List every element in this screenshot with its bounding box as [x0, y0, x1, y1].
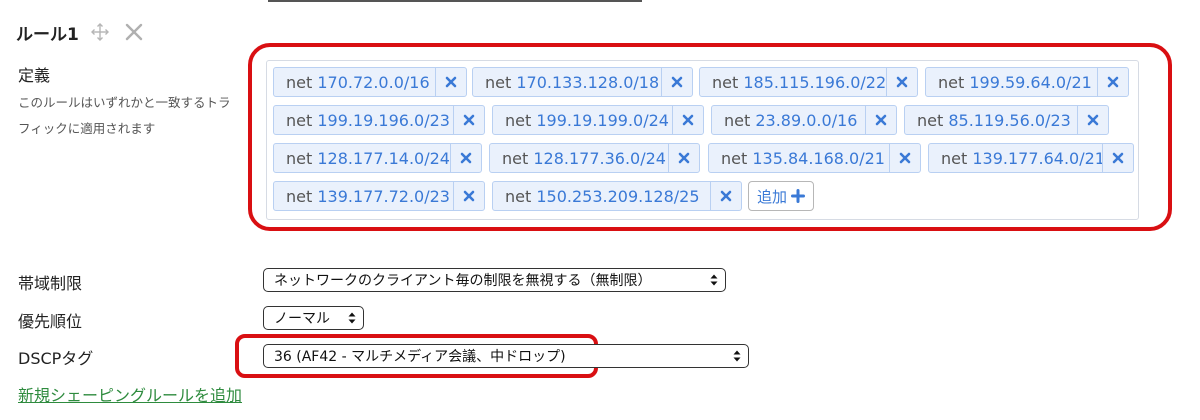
tag-remove-x-icon[interactable]	[450, 144, 481, 172]
tag-prefix: net	[724, 110, 751, 130]
up-down-arrows-icon	[703, 274, 725, 286]
tag-ip: 170.133.128.0/18	[516, 72, 660, 92]
plus-icon	[791, 189, 806, 203]
tag-remove-x-icon[interactable]	[435, 68, 466, 96]
add-button-label: 追加	[757, 187, 788, 206]
tag-ip: 23.89.0.0/16	[755, 110, 858, 130]
rule-header: ルール1	[16, 18, 145, 46]
dscp-select-value: 36 (AF42 - マルチメディア会議、中ドロップ)	[274, 349, 566, 365]
bandwidth-select[interactable]: ネットワークのクライアント毎の制限を無視する（無制限）	[263, 268, 726, 292]
shaping-rule-panel: ルール1 定義 このルールはいずれかと一致するトラフィックに適用されます net…	[0, 0, 1200, 420]
tag-prefix: net	[485, 72, 512, 92]
tag-remove-x-icon[interactable]	[865, 106, 896, 134]
close-x-icon[interactable]	[123, 21, 145, 43]
tag-ip: 139.177.64.0/21	[972, 148, 1102, 168]
tag-ip: 139.177.72.0/23	[317, 186, 450, 206]
tag-remove-x-icon[interactable]	[668, 144, 699, 172]
tag-item: net 139.177.72.0/23	[273, 181, 485, 211]
tag-remove-x-icon[interactable]	[710, 182, 741, 210]
top-divider	[268, 0, 642, 2]
priority-select-value: ノーマル	[274, 311, 330, 327]
tag-item: net 199.19.196.0/23	[273, 105, 485, 135]
definition-description: このルールはいずれかと一致するトラフィックに適用されます	[18, 95, 231, 136]
tag-ip: 128.177.36.0/24	[533, 148, 666, 168]
tag-remove-x-icon[interactable]	[1097, 68, 1128, 96]
tag-item: net 128.177.14.0/24	[273, 143, 482, 173]
dscp-select[interactable]: 36 (AF42 - マルチメディア会議、中ドロップ)	[263, 344, 749, 368]
tag-prefix: net	[917, 110, 944, 130]
priority-select[interactable]: ノーマル	[263, 306, 364, 330]
tag-prefix: net	[938, 72, 965, 92]
bandwidth-label: 帯域制限	[18, 274, 83, 293]
tag-ip: 150.253.209.128/25	[536, 186, 700, 206]
tag-prefix: net	[286, 148, 313, 168]
tag-ip: 135.84.168.0/21	[752, 148, 885, 168]
tag-remove-x-icon[interactable]	[889, 144, 920, 172]
tag-ip: 170.72.0.0/16	[317, 72, 430, 92]
tag-item: net 150.253.209.128/25	[492, 181, 742, 211]
tag-prefix: net	[505, 110, 532, 130]
tag-input-container[interactable]: net 170.72.0.0/16 net 170.133.128.0/18 n…	[266, 60, 1139, 220]
definition-label: 定義	[18, 66, 51, 85]
tag-ip: 199.19.199.0/24	[536, 110, 669, 130]
tag-prefix: net	[721, 148, 748, 168]
tag-prefix: net	[286, 186, 313, 206]
tag-item: net 199.59.64.0/21	[925, 67, 1129, 97]
tag-prefix: net	[286, 110, 313, 130]
tag-ip: 199.19.196.0/23	[317, 110, 450, 130]
move-arrows-icon[interactable]	[89, 21, 111, 43]
tag-ip: 85.119.56.0/23	[948, 110, 1071, 130]
priority-label: 優先順位	[18, 312, 83, 331]
add-shaping-rule-link[interactable]: 新規シェーピングルールを追加	[18, 382, 242, 406]
up-down-arrows-icon	[341, 312, 363, 324]
tag-item: net 85.119.56.0/23	[904, 105, 1109, 135]
tag-ip: 185.115.196.0/22	[743, 72, 886, 92]
tag-remove-x-icon[interactable]	[672, 106, 703, 134]
tag-prefix: net	[505, 186, 532, 206]
tag-ip: 199.59.64.0/21	[969, 72, 1092, 92]
tag-item: net 128.177.36.0/24	[489, 143, 700, 173]
tag-remove-x-icon[interactable]	[1102, 144, 1133, 172]
tag-item: net 170.133.128.0/18	[472, 67, 693, 97]
tag-prefix: net	[286, 72, 313, 92]
tag-item: net 23.89.0.0/16	[711, 105, 897, 135]
tag-remove-x-icon[interactable]	[886, 68, 917, 96]
up-down-arrows-icon	[726, 350, 748, 362]
tag-remove-x-icon[interactable]	[453, 106, 484, 134]
tag-item: net 135.84.168.0/21	[708, 143, 921, 173]
tag-prefix: net	[712, 72, 739, 92]
rule-title: ルール1	[16, 24, 79, 45]
tag-item: net 139.177.64.0/21	[928, 143, 1134, 173]
tag-item: net 199.19.199.0/24	[492, 105, 704, 135]
tag-item: net 185.115.196.0/22	[699, 67, 918, 97]
tag-ip: 128.177.14.0/24	[317, 148, 450, 168]
add-tag-button[interactable]: 追加	[748, 181, 815, 211]
tag-remove-x-icon[interactable]	[453, 182, 484, 210]
tag-remove-x-icon[interactable]	[661, 68, 692, 96]
tag-prefix: net	[502, 148, 529, 168]
tag-item: net 170.72.0.0/16	[273, 67, 467, 97]
tag-remove-x-icon[interactable]	[1077, 106, 1108, 134]
bandwidth-select-value: ネットワークのクライアント毎の制限を無視する（無制限）	[274, 273, 652, 289]
tag-prefix: net	[941, 148, 968, 168]
dscp-label: DSCPタグ	[18, 349, 94, 368]
